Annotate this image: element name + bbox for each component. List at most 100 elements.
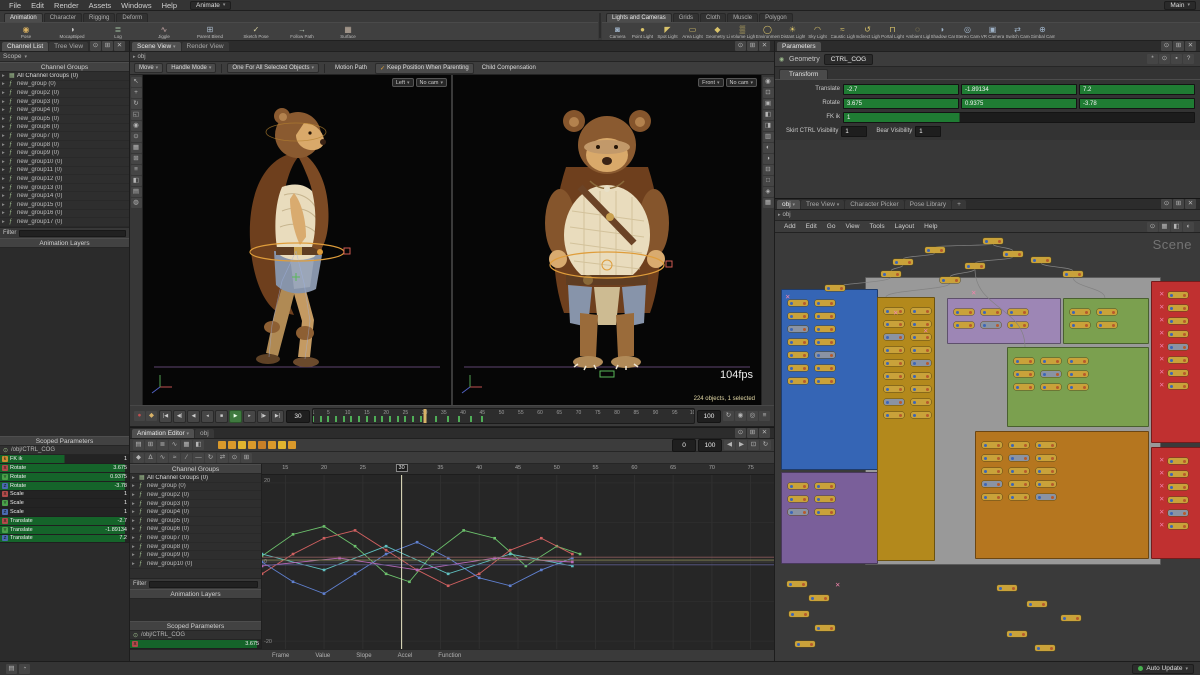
- stretch-icon[interactable]: ⇄: [217, 452, 228, 463]
- network-node[interactable]: [911, 412, 931, 418]
- network-node[interactable]: [1168, 344, 1188, 350]
- network-node[interactable]: [1068, 371, 1088, 377]
- shelf-tool-camera[interactable]: ◙ Camera: [605, 25, 630, 39]
- network-node[interactable]: [911, 321, 931, 327]
- network-node[interactable]: [815, 352, 835, 358]
- expand-icon[interactable]: ▸: [2, 116, 7, 122]
- network-node[interactable]: [1041, 358, 1061, 364]
- expand-icon[interactable]: ▸: [132, 475, 137, 481]
- shelf-tool-sky-light[interactable]: ◠ Sky Light: [805, 25, 830, 39]
- character-side-view[interactable]: [143, 75, 451, 405]
- keyframe-tick[interactable]: [313, 416, 314, 422]
- network-node[interactable]: [1009, 481, 1029, 487]
- next-key-icon[interactable]: ▶: [736, 440, 747, 450]
- expand-icon[interactable]: ▸: [132, 535, 137, 541]
- keyframe-chip[interactable]: [258, 441, 266, 449]
- network-node[interactable]: [982, 442, 1002, 448]
- viewport-front-view[interactable]: Front ▾ No cam ▾ 104fps 224 objects, 1 s…: [451, 75, 761, 405]
- network-node[interactable]: [789, 611, 809, 617]
- network-node[interactable]: [954, 322, 974, 328]
- pin-icon[interactable]: ⊙: [90, 41, 101, 51]
- slopes-icon[interactable]: ∿: [157, 452, 168, 463]
- scene-path-row[interactable]: ▸ obj: [130, 52, 774, 62]
- view-mode-icon[interactable]: ◉: [762, 77, 774, 87]
- shade-icon[interactable]: ◧: [130, 176, 142, 186]
- gear-icon[interactable]: *: [1147, 54, 1158, 64]
- ae-scoped-path-row[interactable]: ⊙ /obj/CTRL_COG: [130, 631, 261, 641]
- shelf-tool-mocapbiped[interactable]: ◑ MocapBiped: [49, 25, 95, 39]
- expand-icon[interactable]: ▸: [132, 492, 137, 498]
- handle-mode-button[interactable]: Handle Mode ▾: [166, 63, 217, 73]
- network-node[interactable]: [884, 399, 904, 405]
- network-node[interactable]: [1009, 455, 1029, 461]
- channel-list-group-row[interactable]: ▸ ƒ new_group (0): [0, 81, 129, 90]
- network-node[interactable]: [788, 483, 808, 489]
- anim-curves[interactable]: [262, 475, 774, 649]
- anim-editor-group-row[interactable]: ▸ ƒ new_group10 (0): [130, 560, 261, 569]
- transform-folder-tab[interactable]: Transform: [779, 69, 829, 79]
- shelf-tool-volume-light[interactable]: ▒ Volume Light: [730, 25, 755, 39]
- grid-icon[interactable]: ▦: [130, 143, 142, 153]
- expand-icon[interactable]: ▸: [2, 176, 7, 182]
- network-node[interactable]: [940, 277, 960, 283]
- channel-list-group-row[interactable]: ▸ ƒ new_group3 (0): [0, 98, 129, 107]
- network-node[interactable]: [788, 313, 808, 319]
- shelf-tab-lights-and-cameras[interactable]: Lights and Cameras: [606, 13, 672, 22]
- network-node[interactable]: [1068, 384, 1088, 390]
- keyframe-tick[interactable]: [404, 416, 407, 422]
- channel-groups-list[interactable]: ▸ ▦ All Channel Groups (0) ▸ ƒ new_group (0) ▸…: [0, 72, 129, 227]
- keyframe-chip[interactable]: [268, 441, 276, 449]
- keyframe-tick[interactable]: [396, 416, 399, 422]
- channel-rotate-z[interactable]: Z Rotate -3.78: [0, 481, 129, 491]
- network-backdrop[interactable]: [877, 297, 935, 561]
- close-icon[interactable]: ✕: [1185, 199, 1196, 209]
- network-node[interactable]: [1035, 645, 1055, 651]
- scene-view-tab-render-view[interactable]: Render View: [181, 42, 229, 51]
- keyframe-tick[interactable]: [446, 416, 449, 422]
- anim-editor-group-row[interactable]: ▸ ƒ new_group7 (0): [130, 534, 261, 543]
- menu-assets[interactable]: Assets: [84, 1, 117, 10]
- channel-list-group-row[interactable]: ▸ ƒ new_group17 (0): [0, 218, 129, 227]
- snap-icon[interactable]: ⊙: [130, 132, 142, 142]
- network-node[interactable]: [1168, 510, 1188, 516]
- network-backdrop[interactable]: ✕ ✕ ✕ ✕ ✕ ✕ ✕ ✕: [1151, 281, 1200, 443]
- network-node[interactable]: [788, 339, 808, 345]
- anim-editor-tab-obj[interactable]: obj: [195, 429, 214, 438]
- expand-icon[interactable]: ▸: [132, 544, 137, 550]
- channel-list-group-row[interactable]: ▸ ▦ All Channel Groups (0): [0, 72, 129, 81]
- color-palette-icon[interactable]: ◐: [1183, 221, 1194, 232]
- filter-input[interactable]: [19, 229, 126, 237]
- network-node[interactable]: [893, 259, 913, 265]
- network-node[interactable]: [788, 326, 808, 332]
- network-node[interactable]: [825, 285, 845, 291]
- transport-go-end[interactable]: ▶|: [271, 409, 284, 423]
- keyframe-tick[interactable]: [412, 416, 415, 422]
- range-start-field[interactable]: 0: [672, 438, 696, 452]
- lighting-icon[interactable]: ◑: [762, 154, 774, 164]
- network-node[interactable]: [925, 247, 945, 253]
- shelf-tool-vr-camera[interactable]: ▣ VR Camera: [980, 25, 1005, 39]
- scale-icon[interactable]: ◱: [130, 110, 142, 120]
- channel-list-icon[interactable]: ▤: [133, 440, 144, 450]
- shelf-tool-indirect-light[interactable]: ↺ Indirect Light: [855, 25, 880, 39]
- keyframe-tick[interactable]: [365, 416, 368, 422]
- maximize-icon[interactable]: ⊞: [747, 41, 758, 51]
- shelf-tab-polygon[interactable]: Polygon: [759, 13, 793, 22]
- network-node[interactable]: [1070, 322, 1090, 328]
- network-node[interactable]: [884, 412, 904, 418]
- shelf-tool-area-light[interactable]: ▭ Area Light: [680, 25, 705, 39]
- shelf-tool-log[interactable]: ≣ Log: [95, 25, 141, 39]
- keyframe-tick[interactable]: [481, 416, 484, 422]
- network-node[interactable]: [815, 300, 835, 306]
- linear-icon[interactable]: ∕: [181, 452, 192, 463]
- shelf-tab-character[interactable]: Character: [43, 13, 83, 22]
- performance-icon[interactable]: ◔: [19, 663, 30, 674]
- scene-view-tab-scene-view[interactable]: Scene View ▾: [132, 42, 181, 51]
- network-backdrop[interactable]: [947, 298, 1061, 344]
- keyframe-chip[interactable]: [278, 441, 286, 449]
- network-node[interactable]: [815, 483, 835, 489]
- refresh-icon[interactable]: ↻: [760, 440, 771, 450]
- expand-icon[interactable]: ▸: [132, 561, 137, 567]
- network-node[interactable]: [1036, 494, 1056, 500]
- network-node[interactable]: [815, 313, 835, 319]
